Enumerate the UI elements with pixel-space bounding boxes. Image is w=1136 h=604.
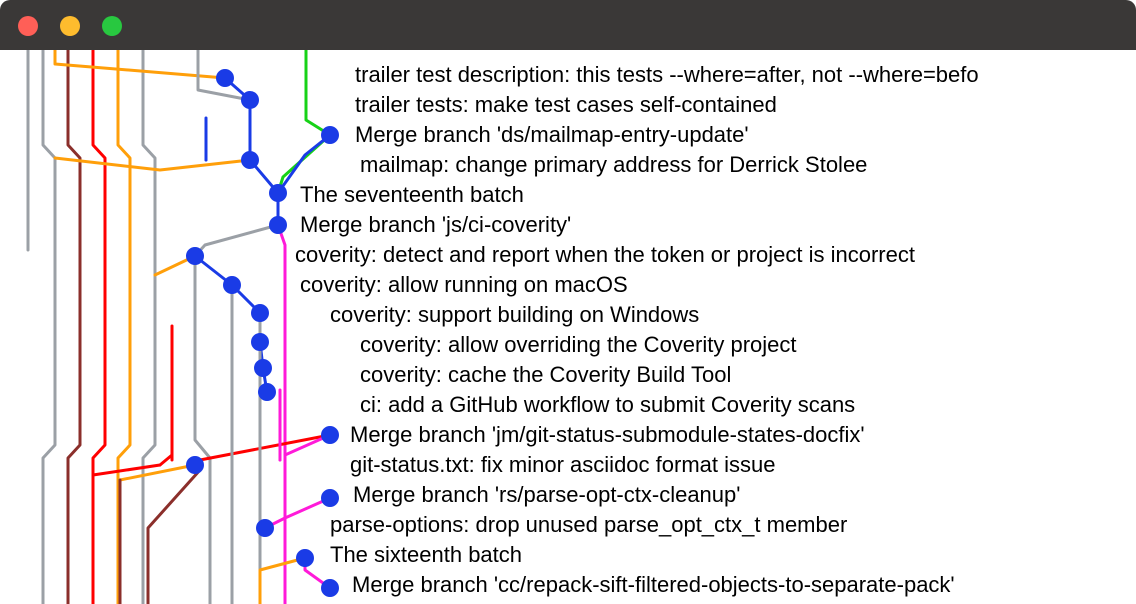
- zoom-icon[interactable]: [102, 16, 122, 36]
- commit-row[interactable]: Merge branch 'rs/parse-opt-ctx-cleanup': [0, 480, 1136, 510]
- commit-message: Merge branch 'rs/parse-opt-ctx-cleanup': [0, 482, 740, 508]
- commit-message: coverity: allow overriding the Coverity …: [0, 332, 797, 358]
- titlebar: [0, 0, 1136, 50]
- commit-row[interactable]: Merge branch 'cc/repack-sift-filtered-ob…: [0, 570, 1136, 600]
- commit-message: coverity: cache the Coverity Build Tool: [0, 362, 731, 388]
- commit-message: parse-options: drop unused parse_opt_ctx…: [0, 512, 847, 538]
- commit-message: The sixteenth batch: [0, 542, 522, 568]
- commit-list[interactable]: trailer test description: this tests --w…: [0, 50, 1136, 604]
- commit-row[interactable]: mailmap: change primary address for Derr…: [0, 150, 1136, 180]
- commit-row[interactable]: The sixteenth batch: [0, 540, 1136, 570]
- commit-message: The seventeenth batch: [0, 182, 524, 208]
- commit-row[interactable]: Merge branch 'js/ci-coverity': [0, 210, 1136, 240]
- commit-row[interactable]: Merge branch 'ds/mailmap-entry-update': [0, 120, 1136, 150]
- commit-row[interactable]: The seventeenth batch: [0, 180, 1136, 210]
- commit-row[interactable]: coverity: allow running on macOS: [0, 270, 1136, 300]
- commit-message: trailer tests: make test cases self-cont…: [0, 92, 777, 118]
- commit-row[interactable]: trailer tests: make test cases self-cont…: [0, 90, 1136, 120]
- commit-message: Merge branch 'jm/git-status-submodule-st…: [0, 422, 865, 448]
- content-area: trailer test description: this tests --w…: [0, 50, 1136, 604]
- commit-row[interactable]: coverity: detect and report when the tok…: [0, 240, 1136, 270]
- commit-message: coverity: detect and report when the tok…: [0, 242, 915, 268]
- commit-message: coverity: allow running on macOS: [0, 272, 628, 298]
- commit-message: Merge branch 'ds/mailmap-entry-update': [0, 122, 749, 148]
- close-icon[interactable]: [18, 16, 38, 36]
- commit-message: Merge branch 'js/ci-coverity': [0, 212, 571, 238]
- commit-row[interactable]: trailer test description: this tests --w…: [0, 60, 1136, 90]
- commit-message: git-status.txt: fix minor asciidoc forma…: [0, 452, 775, 478]
- commit-row[interactable]: coverity: cache the Coverity Build Tool: [0, 360, 1136, 390]
- commit-row[interactable]: coverity: allow overriding the Coverity …: [0, 330, 1136, 360]
- commit-message: Merge branch 'cc/repack-sift-filtered-ob…: [0, 572, 955, 598]
- commit-row[interactable]: parse-options: drop unused parse_opt_ctx…: [0, 510, 1136, 540]
- git-log-window: trailer test description: this tests --w…: [0, 0, 1136, 604]
- commit-message: ci: add a GitHub workflow to submit Cove…: [0, 392, 855, 418]
- window-controls: [18, 16, 122, 36]
- commit-message: trailer test description: this tests --w…: [0, 62, 979, 88]
- commit-row[interactable]: coverity: support building on Windows: [0, 300, 1136, 330]
- commit-row[interactable]: ci: add a GitHub workflow to submit Cove…: [0, 390, 1136, 420]
- commit-row[interactable]: Merge branch 'jm/git-status-submodule-st…: [0, 420, 1136, 450]
- commit-row[interactable]: git-status.txt: fix minor asciidoc forma…: [0, 450, 1136, 480]
- commit-message: coverity: support building on Windows: [0, 302, 699, 328]
- commit-message: mailmap: change primary address for Derr…: [0, 152, 867, 178]
- minimize-icon[interactable]: [60, 16, 80, 36]
